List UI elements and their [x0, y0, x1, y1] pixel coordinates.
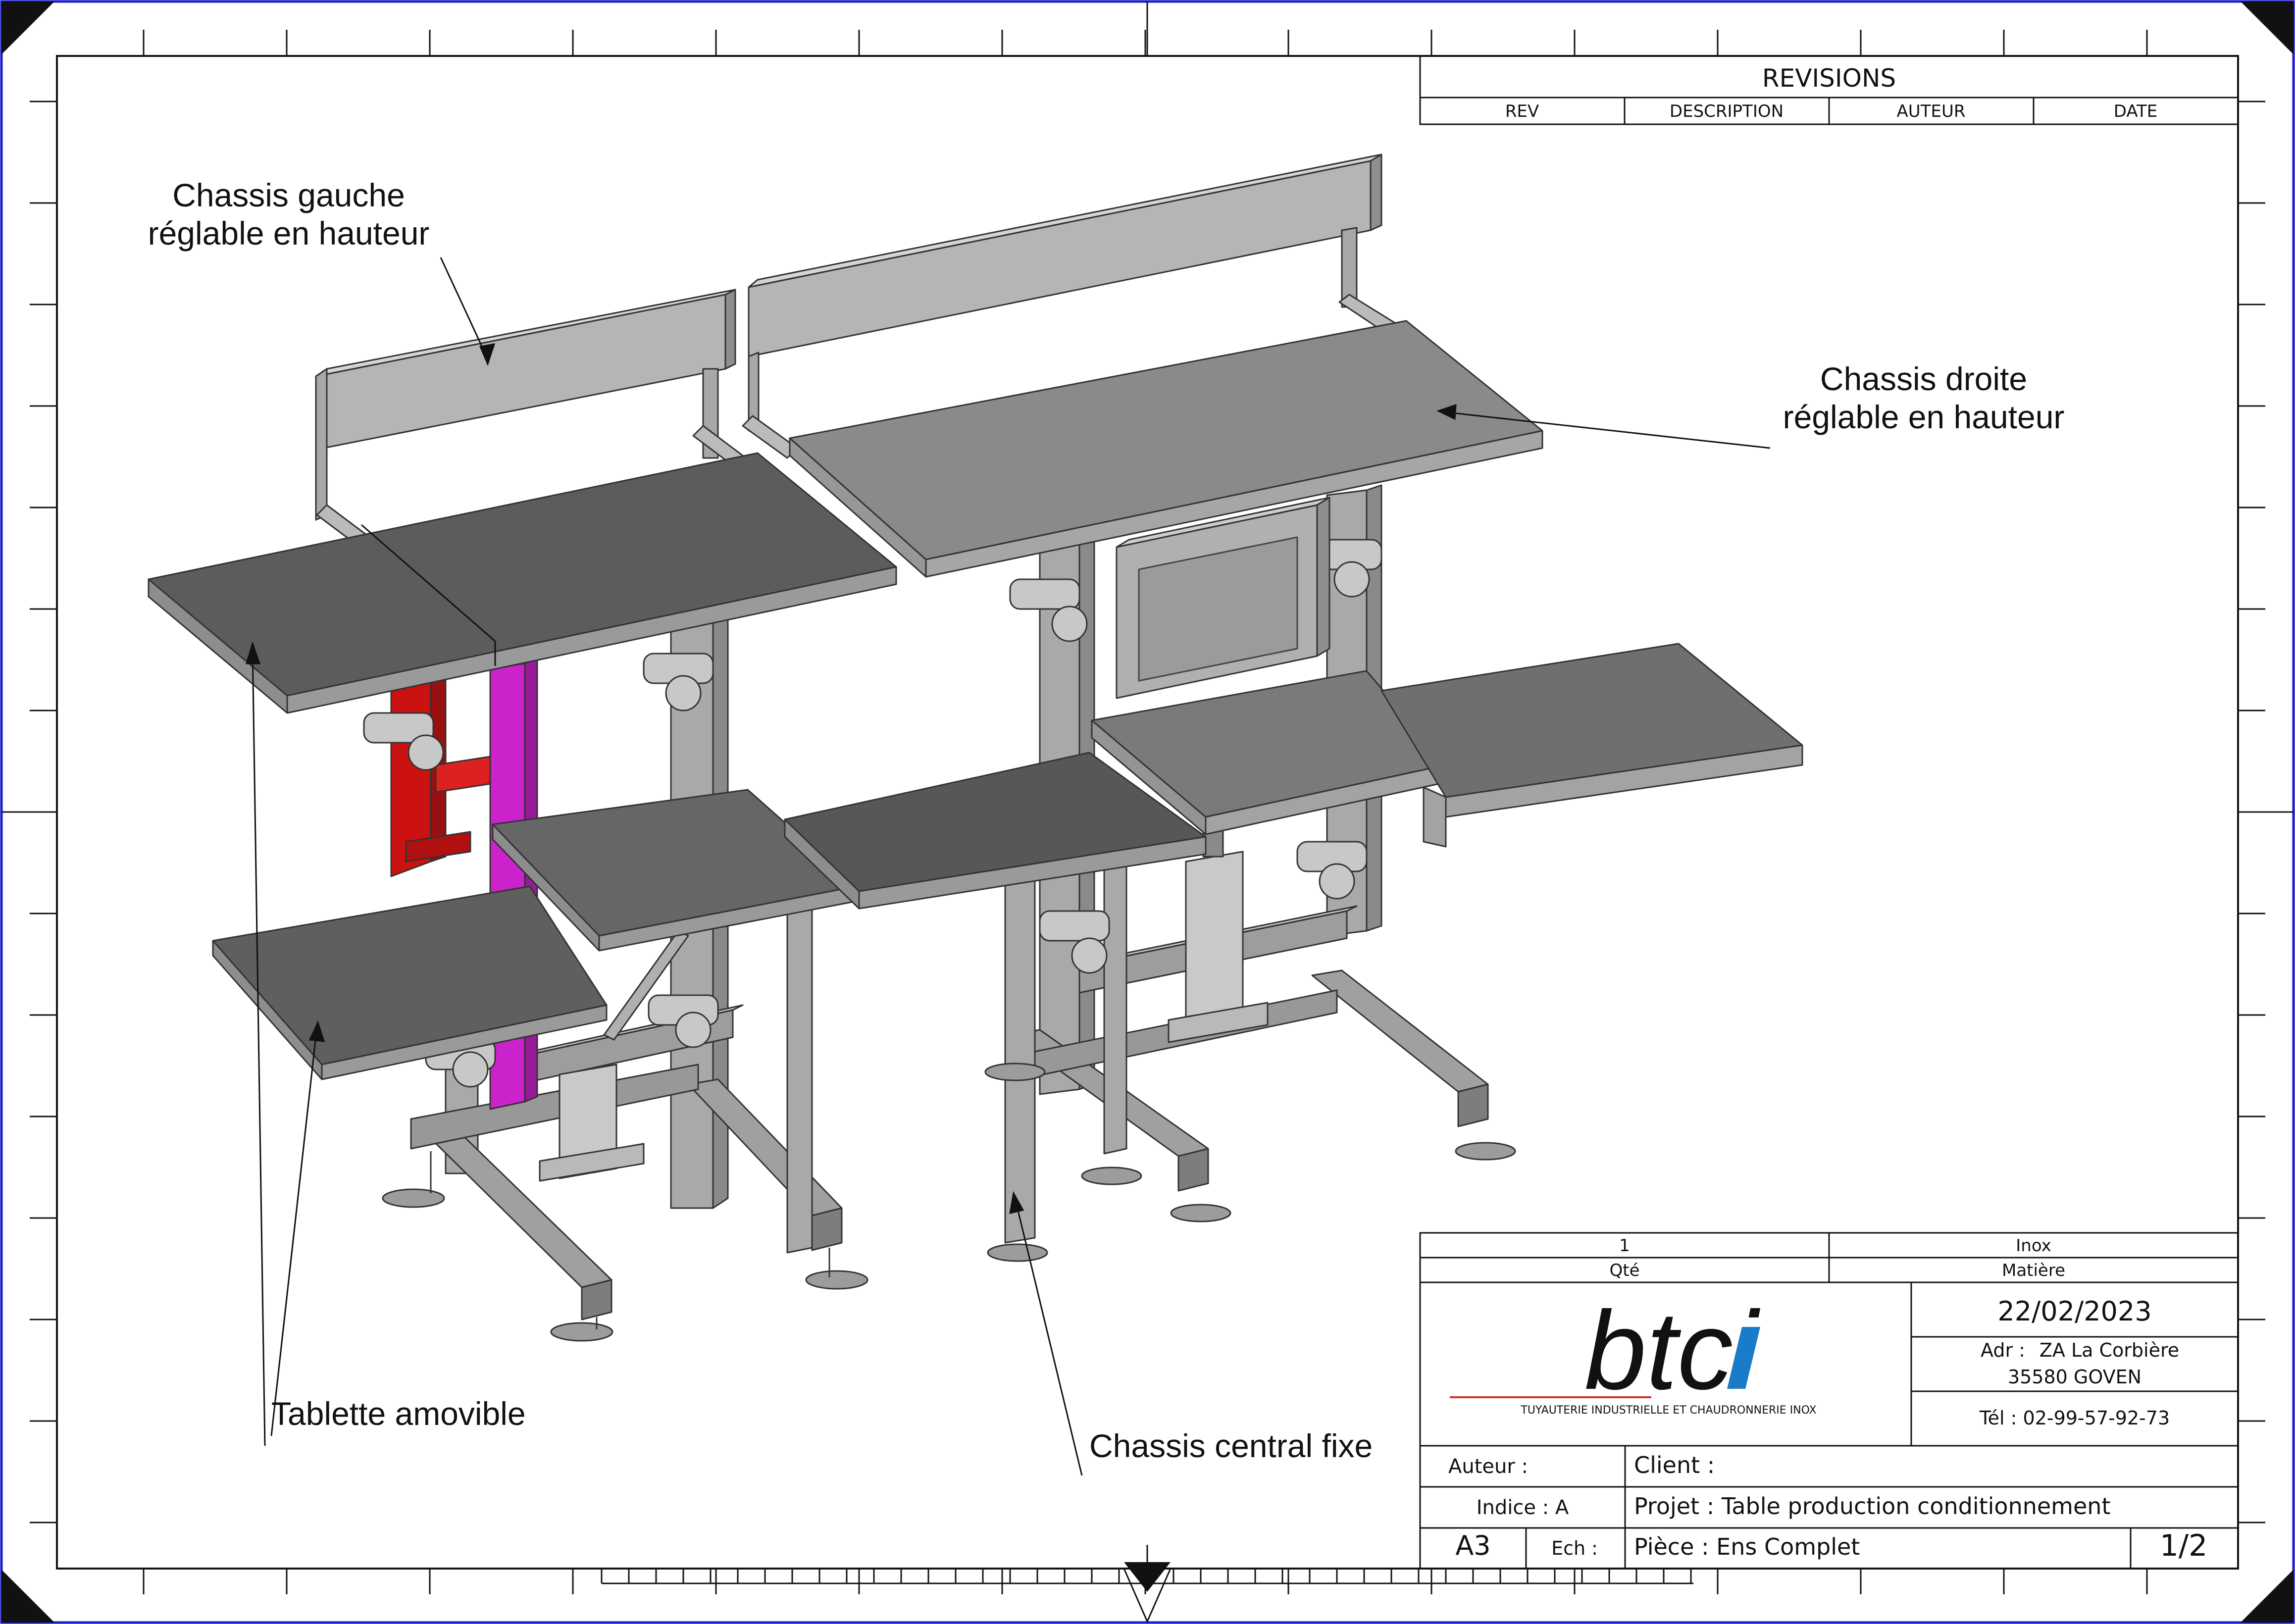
quantity-label: Qté — [1609, 1261, 1639, 1280]
callout-left-chassis-line2: réglable en hauteur — [148, 215, 430, 252]
adjustable-column-red — [390, 677, 501, 877]
assembly-illustration — [148, 153, 1803, 1342]
callout-right-chassis-line2: réglable en hauteur — [1783, 399, 2065, 435]
corner-mark-bottom-left — [1, 1570, 54, 1623]
sheet-number: 1/2 — [2160, 1528, 2208, 1563]
revisions-col-author: AUTEUR — [1897, 102, 1966, 121]
corner-mark-top-right — [2241, 1, 2294, 54]
revisions-title: REVISIONS — [1762, 64, 1896, 93]
material-label: Matière — [2002, 1261, 2065, 1280]
date-value: 22/02/2023 — [1997, 1296, 2151, 1327]
index-label: Indice : A — [1477, 1496, 1569, 1519]
project-label: Projet : Table production conditionnemen… — [1634, 1493, 2110, 1520]
callout-right-chassis-line1: Chassis droite — [1820, 360, 2027, 397]
company-logo: btci TUYAUTERIE INDUSTRIELLE ET CHAUDRON… — [1450, 1288, 1817, 1417]
revisions-col-date: DATE — [2114, 102, 2157, 121]
corner-mark-top-left — [1, 1, 54, 54]
client-label: Client : — [1634, 1452, 1715, 1478]
scale-label: Ech : — [1551, 1537, 1598, 1559]
corner-mark-bottom-right — [2241, 1570, 2294, 1623]
callout-removable-shelf: Tablette amovible — [271, 1395, 526, 1432]
revisions-col-description: DESCRIPTION — [1670, 102, 1784, 121]
part-label: Pièce : Ens Complet — [1634, 1533, 1860, 1560]
callout-left-chassis-line1: Chassis gauche — [172, 177, 405, 213]
company-logo-text: btci — [1584, 1288, 1761, 1413]
author-label: Auteur : — [1448, 1455, 1528, 1478]
side-shelf-removable-right — [1380, 643, 1803, 848]
address-line1: ZA La Corbière — [2040, 1339, 2179, 1361]
address-label: Adr : — [1981, 1339, 2025, 1361]
phone-value: Tél : 02-99-57-92-73 — [1979, 1407, 2170, 1429]
company-tagline: TUYAUTERIE INDUSTRIELLE ET CHAUDRONNERIE… — [1520, 1404, 1816, 1417]
revisions-col-rev: REV — [1505, 102, 1539, 121]
technical-drawing-sheet: REVISIONS REV DESCRIPTION AUTEUR DATE Ch… — [0, 0, 2295, 1624]
material-value: Inox — [2016, 1236, 2051, 1256]
callout-central-chassis: Chassis central fixe — [1089, 1427, 1373, 1464]
format-value: A3 — [1455, 1530, 1490, 1561]
address-line2: 35580 GOVEN — [2008, 1366, 2142, 1388]
quantity-value: 1 — [1619, 1236, 1630, 1256]
